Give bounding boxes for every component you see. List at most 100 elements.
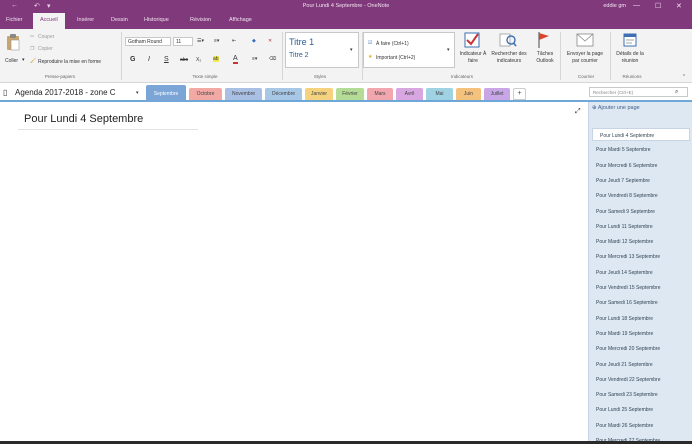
copy-button[interactable]: Copier xyxy=(38,46,53,52)
tab-dessin[interactable]: Dessin xyxy=(111,17,128,23)
page-list-item[interactable]: Pour Lundi 25 Septembre xyxy=(589,403,692,416)
page-list-item[interactable]: Pour Mardi 19 Septembre xyxy=(589,327,692,340)
page-list-item[interactable]: Pour Mardi 5 Septembre xyxy=(589,143,692,156)
add-section-button[interactable]: + xyxy=(513,88,526,100)
cut-button[interactable]: Couper xyxy=(38,34,54,40)
strikethrough-button[interactable]: abc xyxy=(180,57,188,63)
align-icon[interactable]: ≡▾ xyxy=(252,56,257,62)
tab-accueil[interactable]: Accueil xyxy=(33,13,65,29)
email-page-icon[interactable] xyxy=(576,33,594,49)
subscript-button[interactable]: X₂ xyxy=(196,57,201,63)
meeting-details-icon[interactable] xyxy=(622,32,638,50)
style-title2[interactable]: Titre 2 xyxy=(289,52,309,59)
tab-historique[interactable]: Historique xyxy=(144,17,169,23)
section-tab-janvier[interactable]: Janvier xyxy=(305,88,333,100)
page-list-item[interactable]: Pour Vendredi 8 Septembre xyxy=(589,189,692,202)
notebook-name[interactable]: Agenda 2017-2018 - zone C xyxy=(15,88,116,97)
page-list-item[interactable]: Pour Samedi 23 Septembre xyxy=(589,388,692,401)
bold-button[interactable]: G xyxy=(130,56,135,63)
page-list-item[interactable]: Pour Mercredi 6 Septembre xyxy=(589,159,692,172)
search-input[interactable]: Rechercher (Ctrl+E) xyxy=(589,87,688,97)
paste-button[interactable]: Coller xyxy=(5,58,18,64)
section-tab-juin[interactable]: Juin xyxy=(456,88,481,100)
section-tab-novembre[interactable]: Novembre xyxy=(225,88,262,100)
page-list-item[interactable]: Pour Mardi 26 Septembre xyxy=(589,419,692,432)
meeting-details-button[interactable]: Détails de la réunion xyxy=(612,51,648,65)
title-bar: ← ↶ ▾ Pour Lundi 4 Septembre - OneNote e… xyxy=(0,0,692,13)
tab-fichier[interactable]: Fichier xyxy=(6,17,23,23)
outlook-tasks-icon[interactable] xyxy=(537,31,551,51)
todo-tag-icon[interactable] xyxy=(464,32,480,50)
tags-expand-icon[interactable]: ▾ xyxy=(447,47,450,53)
collapse-ribbon-icon[interactable]: ⌃ xyxy=(682,74,686,80)
page-list-item[interactable]: Pour Mercredi 20 Septembre xyxy=(589,342,692,355)
section-tab-decembre[interactable]: Décembre xyxy=(265,88,302,100)
page-list-item[interactable]: Pour Jeudi 14 Septembre xyxy=(589,266,692,279)
search-icon[interactable]: ⌕ xyxy=(675,89,678,96)
paste-icon[interactable] xyxy=(6,33,20,53)
tab-revision[interactable]: Révision xyxy=(190,17,211,23)
notebook-dropdown-icon[interactable]: ▾ xyxy=(136,90,139,96)
minimize-icon[interactable]: — xyxy=(633,2,640,9)
find-tags-icon[interactable] xyxy=(499,32,517,50)
section-tab-juillet[interactable]: Juillet xyxy=(484,88,510,100)
styles-gallery[interactable]: Titre 1 Titre 2 ▾ xyxy=(285,32,359,68)
highlight-button[interactable]: ab xyxy=(213,56,219,62)
email-page-button[interactable]: Envoyer la page par courrier xyxy=(563,51,607,65)
tab-inserer[interactable]: Insérer xyxy=(77,17,94,23)
cut-icon[interactable]: ✂ xyxy=(30,34,34,40)
section-tab-avril[interactable]: Avril xyxy=(396,88,423,100)
star-icon[interactable]: ★ xyxy=(368,54,372,60)
section-tab-octobre[interactable]: Octobre xyxy=(189,88,222,100)
section-tab-fevrier[interactable]: Février xyxy=(336,88,364,100)
page-list-item[interactable]: Pour Jeudi 21 Septembre xyxy=(589,358,692,371)
clear-formatting-icon[interactable]: ✕ xyxy=(268,38,272,44)
expand-page-icon[interactable]: ⤢ xyxy=(575,108,581,116)
clear-text-icon[interactable]: ⌫ xyxy=(269,56,276,62)
copy-icon[interactable]: ❐ xyxy=(30,46,34,52)
page-list-item[interactable]: Pour Mardi 12 Septembre xyxy=(589,235,692,248)
page-list-item[interactable]: Pour Samedi 9 Septembre xyxy=(589,205,692,218)
notebook-icon[interactable]: ▯ xyxy=(3,88,7,97)
indent-icon[interactable]: ◆ xyxy=(252,38,256,44)
tag-important[interactable]: Important (Ctrl+2) xyxy=(376,55,415,61)
font-size-combo[interactable]: 11 xyxy=(173,37,193,46)
maximize-icon[interactable]: ☐ xyxy=(655,2,661,10)
format-painter-icon[interactable]: 🖌 xyxy=(30,58,36,64)
style-title1[interactable]: Titre 1 xyxy=(289,37,314,47)
section-tab-septembre[interactable]: Septembre xyxy=(146,85,186,101)
underline-button[interactable]: S xyxy=(164,56,169,63)
checkbox-icon[interactable]: ☑ xyxy=(368,40,372,46)
todo-tag-button[interactable]: Indicateur À faire xyxy=(459,51,487,65)
page-list-item[interactable]: Pour Mercredi 13 Septembre xyxy=(589,250,692,263)
section-tab-mars[interactable]: Mars xyxy=(367,88,393,100)
page-title[interactable]: Pour Lundi 4 Septembre xyxy=(24,113,143,125)
paste-dropdown-icon[interactable]: ▾ xyxy=(22,57,25,63)
tab-affichage[interactable]: Affichage xyxy=(229,17,252,23)
page-list-item[interactable]: Pour Vendredi 15 Septembre xyxy=(589,281,692,294)
page-list-item[interactable]: Pour Lundi 4 Septembre xyxy=(592,128,690,141)
outdent-icon[interactable]: ⇤ xyxy=(232,38,236,44)
find-tags-button[interactable]: Rechercher des indicateurs xyxy=(490,51,528,65)
numbering-icon[interactable]: ≡▾ xyxy=(214,38,219,44)
tags-group-label: Indicateurs xyxy=(450,74,473,79)
styles-expand-icon[interactable]: ▾ xyxy=(350,47,353,53)
page-list-item[interactable]: Pour Samedi 16 Septembre xyxy=(589,296,692,309)
page-list-item[interactable]: Pour Vendredi 22 Septembre xyxy=(589,373,692,386)
outlook-tasks-button[interactable]: Tâches Outlook xyxy=(531,51,559,65)
page-list-item[interactable]: Pour Lundi 18 Septembre xyxy=(589,312,692,325)
bullets-icon[interactable]: ☰▾ xyxy=(197,38,204,44)
add-page-button[interactable]: ⊕ Ajouter une page xyxy=(592,105,640,111)
page-list-item[interactable]: Pour Lundi 11 Septembre xyxy=(589,220,692,233)
user-name[interactable]: eddie gm xyxy=(603,3,626,9)
tags-gallery[interactable]: ☑ À faire (Ctrl+1) ★ Important (Ctrl+2) … xyxy=(363,32,455,68)
font-color-button[interactable]: A xyxy=(233,55,238,64)
font-name-combo[interactable]: Gotham Round xyxy=(125,37,171,46)
section-tab-mai[interactable]: Mai xyxy=(426,88,453,100)
italic-button[interactable]: I xyxy=(148,56,150,63)
page-list-item[interactable]: Pour Jeudi 7 Septembre xyxy=(589,174,692,187)
page-canvas[interactable]: Pour Lundi 4 Septembre ⤢ xyxy=(0,102,588,444)
format-painter-button[interactable]: Reproduire la mise en forme xyxy=(38,59,101,65)
tag-todo[interactable]: À faire (Ctrl+1) xyxy=(376,41,409,47)
close-icon[interactable]: ✕ xyxy=(676,2,682,10)
